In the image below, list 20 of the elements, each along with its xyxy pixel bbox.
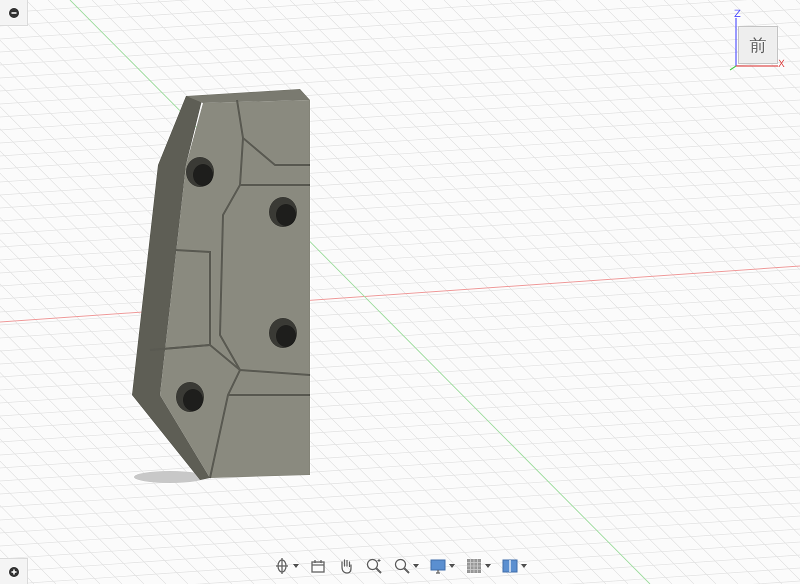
- split-view-icon: [501, 557, 519, 575]
- caret-icon: [413, 563, 419, 569]
- caret-icon: [449, 563, 455, 569]
- view-cube[interactable]: 前 Z X: [716, 10, 786, 72]
- collapse-button[interactable]: [0, 0, 28, 26]
- monitor-icon: [429, 557, 447, 575]
- caret-icon: [485, 563, 491, 569]
- orbit-icon: [273, 557, 291, 575]
- caret-icon: [521, 563, 527, 569]
- minus-circle-icon: [8, 8, 18, 18]
- grid-icon: [465, 557, 483, 575]
- expand-button[interactable]: [0, 558, 28, 584]
- axis-label: X: [778, 60, 785, 70]
- zoom-window-icon: [365, 557, 383, 575]
- caret-icon: [293, 563, 299, 569]
- zoom-icon: [393, 557, 411, 575]
- calendar-icon: [309, 557, 327, 575]
- axis-label: Z: [734, 10, 741, 20]
- view-cube-face[interactable]: 前: [738, 26, 778, 64]
- plus-circle-icon: [8, 566, 18, 576]
